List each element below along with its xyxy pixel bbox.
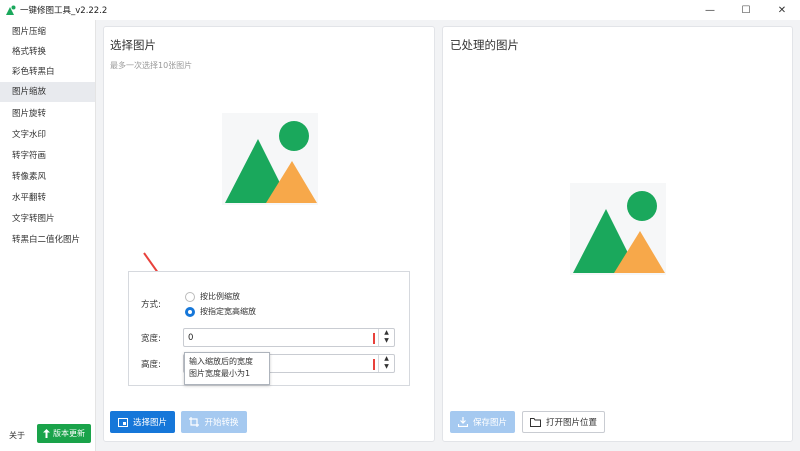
- start-convert-label: 开始转换: [204, 418, 239, 428]
- text-cursor: [373, 333, 375, 344]
- width-stepper[interactable]: ▲ ▼: [378, 329, 394, 346]
- sidebar-item-format-convert[interactable]: 格式转换: [0, 42, 95, 62]
- select-image-button[interactable]: 选择图片: [110, 411, 175, 433]
- width-tooltip: 输入缩放后的宽度 图片宽度最小为1: [184, 352, 270, 385]
- sidebar-item-text-watermark[interactable]: 文字水印: [0, 125, 95, 145]
- sidebar-item-grayscale[interactable]: 彩色转黑白: [0, 62, 95, 82]
- tooltip-line-2: 图片宽度最小为1: [189, 369, 251, 378]
- update-button[interactable]: 版本更新: [37, 424, 91, 443]
- start-convert-button[interactable]: 开始转换: [181, 411, 247, 433]
- radio-specified-size-label: 按指定宽高缩放: [200, 307, 256, 316]
- height-stepper[interactable]: ▲ ▼: [378, 355, 394, 372]
- open-location-button[interactable]: 打开图片位置: [522, 411, 605, 433]
- width-input[interactable]: 0 ▲ ▼: [183, 328, 395, 347]
- sidebar-item-pixel-art[interactable]: 转像素风: [0, 167, 95, 187]
- window-title: 一键修图工具_v2.22.2: [20, 6, 108, 16]
- width-value: 0: [188, 333, 194, 343]
- save-image-button[interactable]: 保存图片: [450, 411, 515, 433]
- crop-icon: [189, 417, 200, 427]
- select-panel-title: 选择图片: [110, 38, 156, 52]
- sidebar-item-resize[interactable]: 图片缩放: [0, 82, 95, 102]
- close-button[interactable]: ✕: [764, 0, 800, 20]
- folder-icon: [529, 417, 541, 427]
- download-icon: [457, 417, 468, 427]
- app-logo-icon: [6, 5, 16, 15]
- maximize-button[interactable]: ☐: [728, 0, 764, 20]
- update-button-label: 版本更新: [53, 429, 85, 438]
- sidebar-item-rotate[interactable]: 图片旋转: [0, 104, 95, 124]
- open-location-label: 打开图片位置: [545, 418, 597, 428]
- processed-panel-title: 已处理的图片: [450, 38, 519, 52]
- mode-label: 方式:: [141, 300, 161, 310]
- sidebar-item-compress[interactable]: 图片压缩: [0, 22, 95, 42]
- save-image-label: 保存图片: [472, 418, 507, 428]
- tooltip-line-1: 输入缩放后的宽度: [189, 357, 253, 366]
- select-panel-subtitle: 最多一次选择10张图片: [110, 61, 193, 70]
- radio-proportional-label: 按比例缩放: [200, 292, 240, 301]
- width-label: 宽度:: [141, 334, 161, 344]
- radio-specified-size[interactable]: 按指定宽高缩放: [185, 306, 256, 317]
- sidebar: 图片压缩 格式转换 彩色转黑白 图片缩放 图片旋转 文字水印 转字符画 转像素风…: [0, 20, 96, 451]
- text-cursor: [373, 359, 375, 370]
- image-placeholder-icon: [222, 113, 318, 205]
- select-image-label: 选择图片: [132, 418, 167, 428]
- image-icon: [117, 417, 128, 427]
- radio-specified-size-dot: [185, 306, 195, 317]
- sidebar-item-text-to-image[interactable]: 文字转图片: [0, 209, 95, 229]
- sidebar-item-binarize[interactable]: 转黑白二值化图片: [0, 230, 95, 250]
- sidebar-item-flip-horizontal[interactable]: 水平翻转: [0, 188, 95, 208]
- radio-proportional[interactable]: 按比例缩放: [185, 291, 240, 302]
- title-bar: 一键修图工具_v2.22.2 — ☐ ✕: [0, 0, 800, 20]
- processed-placeholder-icon: [570, 183, 666, 275]
- radio-proportional-dot: [185, 291, 195, 302]
- about-link[interactable]: 关于: [9, 430, 25, 441]
- sidebar-item-ascii-art[interactable]: 转字符画: [0, 146, 95, 166]
- height-label: 高度:: [141, 360, 161, 370]
- upload-icon: [43, 429, 50, 438]
- minimize-button[interactable]: —: [692, 0, 728, 20]
